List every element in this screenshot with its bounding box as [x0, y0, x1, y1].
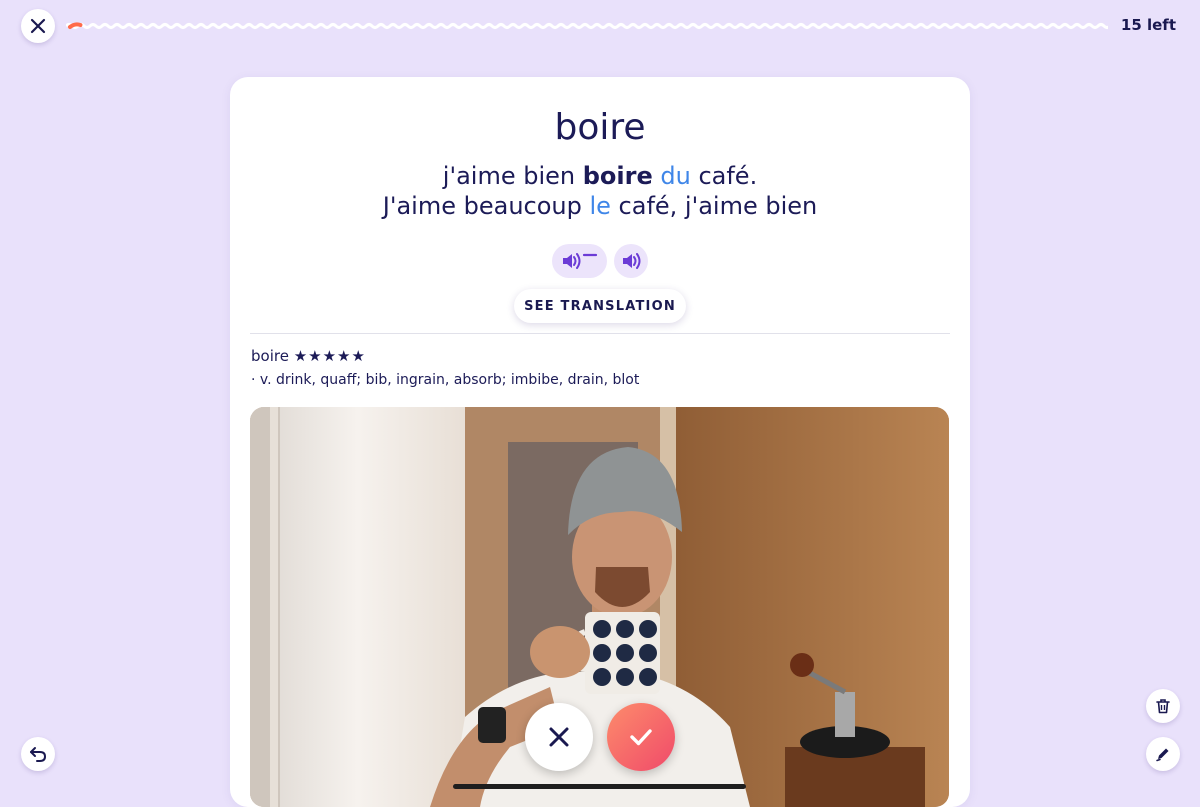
play-audio-button[interactable] [614, 244, 648, 278]
home-indicator [453, 784, 746, 789]
undo-icon [30, 747, 47, 762]
video-frame[interactable] [250, 407, 949, 807]
trash-icon [1156, 699, 1170, 714]
sentence-segment: J'aime beaucoup [382, 192, 590, 220]
audio-controls [230, 244, 970, 278]
pencil-icon [1156, 748, 1169, 762]
close-icon [30, 18, 46, 34]
see-translation-button[interactable]: SEE TRANSLATION [514, 289, 686, 323]
sentence-segment: café. [690, 162, 758, 190]
x-icon [549, 727, 569, 747]
sentence-segment: boire [582, 162, 653, 190]
play-slow-audio-button[interactable] [552, 244, 607, 278]
dictionary-header: boire ★★★★★ [251, 347, 366, 365]
sentence-segment[interactable]: du [660, 162, 690, 190]
mark-right-button[interactable] [607, 703, 675, 771]
example-sentence-line-2: J'aime beaucoup le café, j'aime bien [230, 191, 970, 221]
close-button[interactable] [21, 9, 55, 43]
check-icon [630, 729, 652, 746]
divider [250, 333, 950, 334]
sentence-segment: j'aime bien [442, 162, 583, 190]
card-word: boire [554, 107, 646, 148]
sentence-segment: café, j'aime bien [610, 192, 818, 220]
dictionary-definition: · v. drink, quaff; bib, ingrain, absorb;… [251, 372, 640, 388]
frequency-stars: ★★★★★ [293, 347, 366, 365]
delete-button[interactable] [1146, 689, 1180, 723]
mark-wrong-button[interactable] [525, 703, 593, 771]
edit-button[interactable] [1146, 737, 1180, 771]
flashcard: boire j'aime bien boire du café. J'aime … [230, 77, 970, 807]
speaker-slow-icon [562, 253, 597, 269]
undo-button[interactable] [21, 737, 55, 771]
remaining-count: 15 left [1120, 16, 1176, 34]
progress-bar [66, 18, 1108, 34]
sentence-segment[interactable]: le [589, 192, 610, 220]
example-sentence: j'aime bien boire du café. J'aime beauco… [230, 161, 970, 221]
speaker-icon [623, 253, 641, 269]
dictionary-headword: boire [251, 347, 289, 365]
example-sentence-line-1: j'aime bien boire du café. [230, 161, 970, 191]
